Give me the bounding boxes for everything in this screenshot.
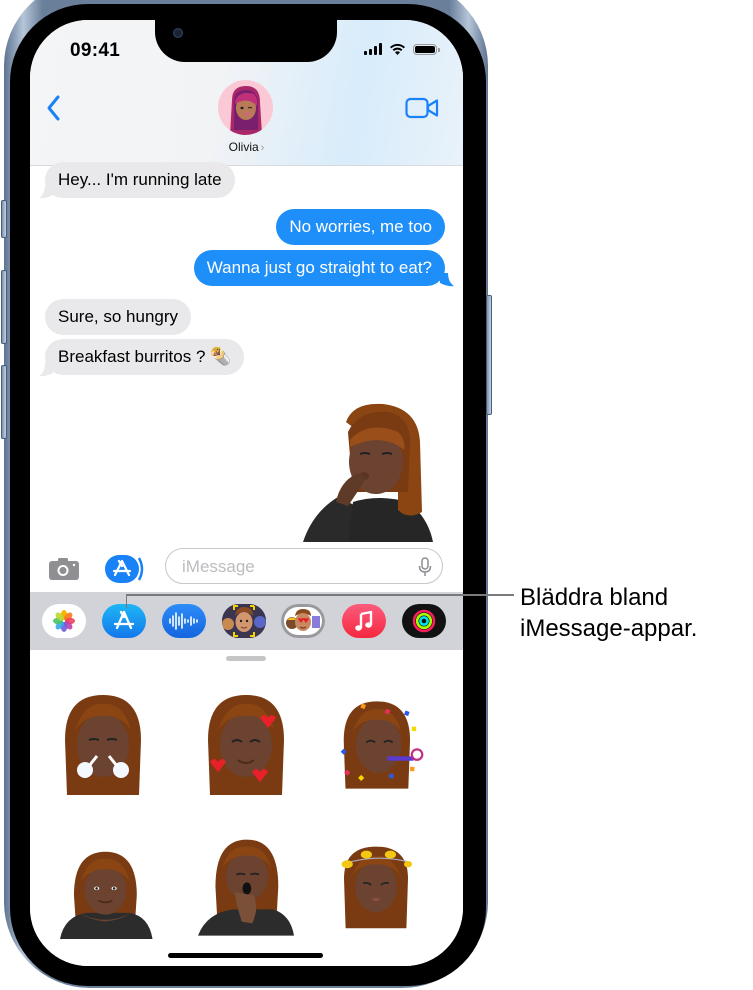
message-input-field[interactable]: [165, 548, 443, 584]
photos-icon: [53, 610, 75, 632]
status-time: 09:41: [70, 40, 121, 61]
app-store-icon: [113, 610, 135, 630]
callout-line-1: Bläddra bland: [520, 584, 669, 611]
memoji-icon: [222, 604, 266, 638]
app-music[interactable]: [342, 604, 386, 638]
contact-avatar[interactable]: [218, 80, 273, 135]
message-bubble-incoming[interactable]: Hey... I'm running late: [45, 162, 235, 198]
message-bubble-incoming[interactable]: Breakfast burritos ? 🌯: [45, 339, 245, 375]
sticker-hearts[interactable]: [198, 690, 294, 800]
sticker-party[interactable]: [335, 690, 431, 800]
cellular-signal-icon: [364, 43, 382, 55]
notch: [155, 20, 337, 62]
app-activity[interactable]: [402, 604, 446, 638]
screen: 09:41 Olivia › Hey... I'm running late N…: [30, 20, 463, 966]
app-photos[interactable]: [42, 604, 86, 638]
memoji-stickers-icon: [286, 609, 320, 631]
sheet-grabber[interactable]: [226, 656, 266, 661]
camera-button[interactable]: [48, 557, 80, 581]
home-indicator[interactable]: [168, 953, 323, 958]
wifi-icon: [390, 43, 405, 55]
message-bubble-outgoing[interactable]: Wanna just go straight to eat?: [193, 250, 445, 286]
audio-waveform-icon: [169, 612, 198, 630]
app-memoji-stickers[interactable]: [281, 604, 325, 638]
app-memoji[interactable]: [222, 604, 266, 638]
sticker-yawning[interactable]: [198, 830, 294, 940]
memoji-sticker-message[interactable]: [298, 402, 448, 542]
sticker-huffing[interactable]: [55, 690, 151, 800]
callout-line-2: iMessage-appar.: [520, 615, 698, 642]
microphone-icon[interactable]: [418, 557, 432, 577]
message-bubble-incoming[interactable]: Sure, so hungry: [45, 299, 192, 335]
callout-label: Bläddra bland iMessage-appar.: [520, 582, 697, 644]
message-bubble-outgoing[interactable]: No worries, me too: [276, 209, 445, 245]
status-icons: [364, 43, 440, 55]
front-camera: [173, 28, 183, 38]
contact-name: Olivia: [228, 140, 259, 154]
sticker-hands-under-chin[interactable]: [60, 836, 156, 946]
contact-name-button[interactable]: Olivia ›: [30, 140, 463, 154]
music-icon: [355, 610, 373, 631]
back-button[interactable]: [44, 93, 64, 123]
memoji-avatar-icon: [230, 86, 262, 135]
chevron-right-icon: ›: [260, 142, 265, 154]
callout-leader-line: [126, 594, 514, 596]
app-store-button[interactable]: [105, 555, 145, 583]
facetime-video-button[interactable]: [405, 96, 439, 120]
activity-rings-icon: [412, 609, 436, 633]
battery-icon: [413, 43, 440, 55]
sticker-dizzy-birds[interactable]: [328, 830, 424, 940]
app-audio-message[interactable]: [162, 604, 206, 638]
callout-leader-line: [126, 594, 127, 608]
message-input[interactable]: [180, 556, 414, 578]
app-app-store[interactable]: [102, 604, 146, 638]
